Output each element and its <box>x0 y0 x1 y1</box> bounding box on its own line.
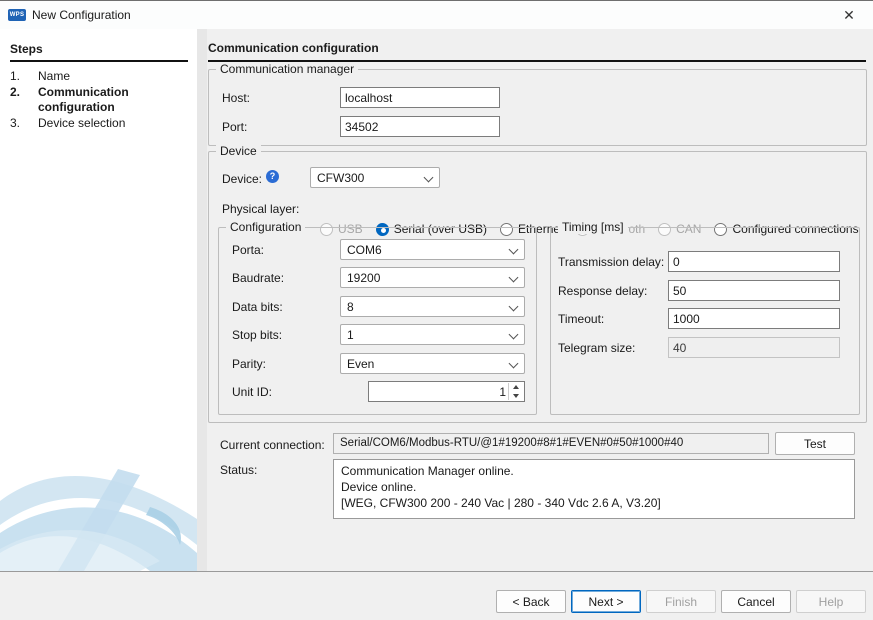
parity-select[interactable]: Even <box>340 353 525 374</box>
unit-id-stepper[interactable]: 1 <box>368 381 525 402</box>
timeout-label: Timeout: <box>558 312 604 326</box>
porta-label: Porta: <box>232 243 264 257</box>
parity-select-value: Even <box>347 357 374 371</box>
chevron-down-icon <box>509 273 519 283</box>
wizard-buttons: < Back Next > Finish Cancel Help <box>496 590 866 613</box>
current-connection-label: Current connection: <box>220 438 325 452</box>
spinner-buttons <box>508 383 523 400</box>
help-button: Help <box>796 590 866 613</box>
status-line: Device online. <box>341 479 847 495</box>
status-label: Status: <box>220 463 257 477</box>
step-label: Name <box>38 69 190 84</box>
device-label: Device: <box>222 172 262 186</box>
step-item-name: 1. Name <box>10 69 190 84</box>
device-select[interactable]: CFW300 <box>310 167 440 188</box>
unit-id-label: Unit ID: <box>232 385 272 399</box>
porta-select-value: COM6 <box>347 243 382 257</box>
stop-bits-select[interactable]: 1 <box>340 324 525 345</box>
close-icon[interactable]: ✕ <box>831 1 867 29</box>
baudrate-select-value: 19200 <box>347 271 380 285</box>
content-pane: Communication configuration Communicatio… <box>207 29 873 571</box>
data-bits-label: Data bits: <box>232 300 283 314</box>
cancel-button[interactable]: Cancel <box>721 590 791 613</box>
steps-header: Steps <box>10 42 188 62</box>
panel-divider <box>197 29 207 571</box>
physical-layer-label: Physical layer: <box>222 202 299 216</box>
group-title: Timing [ms] <box>558 220 628 234</box>
wps-logo-icon: WPS <box>8 9 26 21</box>
group-title: Communication manager <box>216 62 358 76</box>
group-title: Configuration <box>226 220 305 234</box>
help-icon[interactable]: ? <box>266 170 279 183</box>
transmission-delay-input[interactable] <box>668 251 840 272</box>
back-button[interactable]: < Back <box>496 590 566 613</box>
baudrate-select[interactable]: 19200 <box>340 267 525 288</box>
steps-sidebar: Steps 1. Name 2. Communication configura… <box>0 29 197 571</box>
chevron-down-icon <box>509 302 519 312</box>
stop-bits-select-value: 1 <box>347 328 354 342</box>
baudrate-label: Baudrate: <box>232 271 284 285</box>
test-button[interactable]: Test <box>775 432 855 455</box>
next-button[interactable]: Next > <box>571 590 641 613</box>
port-label: Port: <box>222 120 247 134</box>
device-select-value: CFW300 <box>317 171 364 185</box>
chevron-down-icon <box>509 245 519 255</box>
step-number: 1. <box>10 69 38 84</box>
chevron-down-icon <box>509 330 519 340</box>
telegram-size-input <box>668 337 840 358</box>
port-input[interactable] <box>340 116 500 137</box>
communication-manager-group: Communication manager <box>208 69 867 146</box>
step-number: 2. <box>10 85 38 115</box>
title-bar: WPS New Configuration ✕ <box>0 1 873 30</box>
host-label: Host: <box>222 91 250 105</box>
step-label: Communication configuration <box>38 85 190 115</box>
steps-list: 1. Name 2. Communication configuration 3… <box>10 69 190 132</box>
response-delay-input[interactable] <box>668 280 840 301</box>
telegram-size-label: Telegram size: <box>558 341 635 355</box>
window-title: New Configuration <box>32 8 131 22</box>
stop-bits-label: Stop bits: <box>232 328 282 342</box>
new-configuration-dialog: WPS New Configuration ✕ Steps 1. Name 2.… <box>0 0 873 620</box>
unit-id-value: 1 <box>499 385 506 399</box>
spin-up-icon[interactable] <box>509 383 523 392</box>
porta-select[interactable]: COM6 <box>340 239 525 260</box>
decorative-swoosh <box>0 449 197 571</box>
group-title: Device <box>216 144 261 158</box>
page-title: Communication configuration <box>208 41 866 62</box>
finish-button: Finish <box>646 590 716 613</box>
spin-down-icon[interactable] <box>509 392 523 401</box>
status-line: [WEG, CFW300 200 - 240 Vac | 280 - 340 V… <box>341 495 847 511</box>
timeout-input[interactable] <box>668 308 840 329</box>
current-connection-value: Serial/COM6/Modbus-RTU/@1#19200#8#1#EVEN… <box>333 433 769 454</box>
status-box: Communication Manager online. Device onl… <box>333 459 855 519</box>
response-delay-label: Response delay: <box>558 284 647 298</box>
step-item-device-selection: 3. Device selection <box>10 116 190 131</box>
step-number: 3. <box>10 116 38 131</box>
step-label: Device selection <box>38 116 190 131</box>
transmission-delay-label: Transmission delay: <box>558 255 664 269</box>
parity-label: Parity: <box>232 357 266 371</box>
chevron-down-icon <box>509 359 519 369</box>
data-bits-select-value: 8 <box>347 300 354 314</box>
data-bits-select[interactable]: 8 <box>340 296 525 317</box>
host-input[interactable] <box>340 87 500 108</box>
status-line: Communication Manager online. <box>341 463 847 479</box>
footer-bar: < Back Next > Finish Cancel Help <box>0 572 873 620</box>
chevron-down-icon <box>424 173 434 183</box>
step-item-communication-configuration: 2. Communication configuration <box>10 85 190 115</box>
